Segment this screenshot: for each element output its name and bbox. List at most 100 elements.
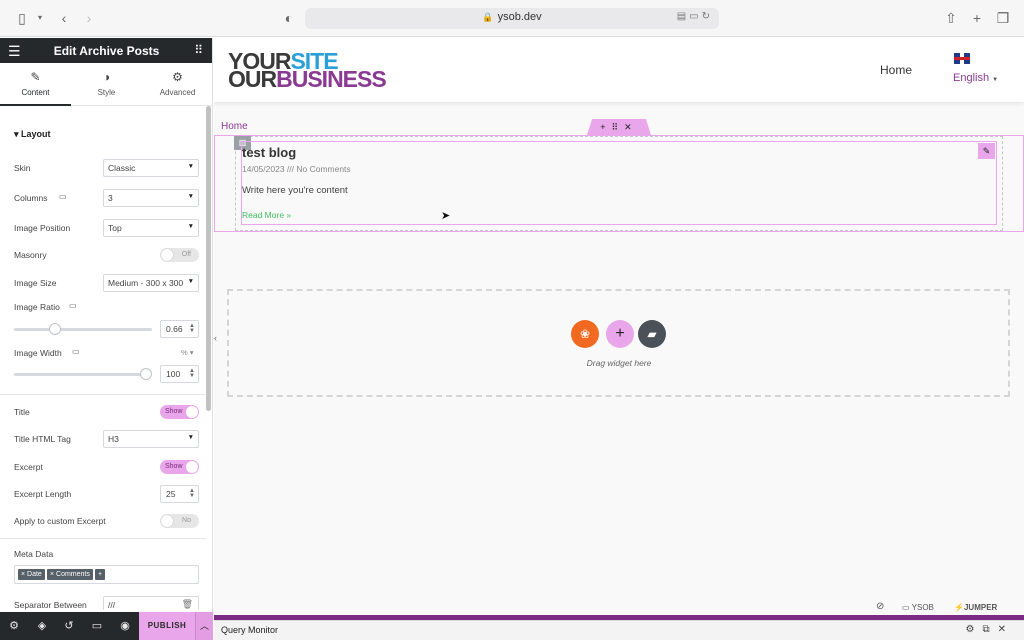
meta-data-select[interactable]: × Date × Comments + [14,565,199,584]
excerpt-length-input[interactable]: 25 ▲ ▼ [160,485,199,503]
tab-advanced[interactable]: ⚙ Advanced [142,63,213,106]
unit-select[interactable]: % ▾ [181,348,194,357]
template-library-icon[interactable]: ❀ [571,320,599,348]
image-width-label: Image Width [14,348,62,358]
widgets-grid-icon[interactable]: ⠿ [194,43,203,57]
image-size-select[interactable]: Medium - 300 x 300 [103,274,199,292]
panel-header: ☰ Edit Archive Posts ⠿ [0,38,212,63]
image-width-input[interactable]: 100 ▲ ▼ [160,365,199,383]
layout-section-toggle[interactable]: ▾ Layout [14,129,51,140]
editor-panel: ☰ Edit Archive Posts ⠿ ✎ Content ◑ Style… [0,38,213,640]
image-ratio-label: Image Ratio [14,302,60,312]
tab-label: Content [21,88,50,97]
title-toggle[interactable]: Show [160,405,199,419]
masonry-toggle[interactable]: Off [160,248,199,262]
meta-tag-comments[interactable]: × Comments [47,569,93,580]
collapse-panel-icon[interactable]: ‹ [214,333,217,343]
section-handle[interactable]: +⠿✕ [587,119,651,135]
folder-icon[interactable]: ▰ [638,320,666,348]
post-title[interactable]: test blog [242,145,296,160]
slider-handle[interactable] [140,368,152,380]
skin-select[interactable]: Classic [103,159,199,177]
columns-label: Columns [14,193,48,203]
logo-text: OUR [228,66,277,92]
custom-excerpt-label: Apply to custom Excerpt [14,516,106,526]
title-tag-label: Title HTML Tag [14,434,71,444]
badge-label: JUMPER [963,603,998,612]
language-switcher[interactable]: English ▼ [953,72,998,84]
custom-excerpt-toggle[interactable]: No [160,514,199,528]
lock-icon: 🔒 [482,12,494,22]
logo-text: BUSINESS [276,66,387,92]
add-section-icon[interactable]: + [606,320,634,348]
badge-ysob[interactable]: ▭ YSOB [902,603,934,612]
desktop-icon[interactable]: ▭ [59,192,67,201]
stepper-icon[interactable]: ▲ ▼ [189,488,195,499]
badge-jumper[interactable]: ⚡JUMPER [954,603,997,612]
sidebar-toggle-icon[interactable]: ▯ [13,9,31,27]
section-title: Layout [21,129,51,139]
desktop-icon[interactable]: ▭ [72,347,80,356]
publish-button[interactable]: PUBLISH [139,612,195,640]
tab-content[interactable]: ✎ Content [0,63,71,106]
layers-icon[interactable]: ◈ [34,619,50,632]
badge-label: YSOB [911,603,934,612]
query-monitor-label[interactable]: Query Monitor [221,625,278,635]
image-ratio-input[interactable]: 0.66 ▲ ▼ [160,320,199,338]
nav-home-link[interactable]: Home [880,63,912,77]
site-header: YOURSITE OURBUSINESS Home English ▼ [214,38,1024,102]
stepper-icon[interactable]: ▲ ▼ [189,368,195,379]
widget-outline[interactable] [241,141,997,225]
image-width-slider[interactable] [14,368,152,380]
divider [0,538,206,539]
new-tab-icon[interactable]: + [968,9,986,27]
tabs-overview-icon[interactable]: ❐ [994,9,1012,27]
separator-value: /// [108,600,116,610]
excerpt-toggle[interactable]: Show [160,460,199,474]
image-size-label: Image Size [14,278,57,288]
tab-style[interactable]: ◑ Style [71,63,142,106]
language-label: English [953,72,990,84]
trash-icon[interactable]: 🗑 [182,599,193,610]
share-icon[interactable]: ⇧ [942,9,960,27]
privacy-shield-icon[interactable]: ◐ [280,9,298,27]
forward-icon[interactable]: › [80,9,98,27]
stepper-icon[interactable]: ▲ ▼ [189,323,195,334]
query-monitor-controls[interactable]: ⚙⧉✕ [966,624,1014,635]
meta-tag-date[interactable]: × Date [18,569,45,580]
add-meta-button[interactable]: + [95,569,106,580]
separator-input[interactable]: /// 🗑 [103,596,199,610]
history-icon[interactable]: ↺ [61,619,77,632]
query-monitor-bar: Query Monitor ⚙⧉✕ [214,620,1024,640]
panel-footer: ⚙ ◈ ↺ ▭ ◉ PUBLISH ︿ [0,612,213,640]
settings-icon[interactable]: ⚙ [6,619,22,632]
edit-widget-icon[interactable]: ✎ [978,143,995,159]
slider-handle[interactable] [49,323,61,335]
title-tag-select[interactable]: H3 [103,430,199,448]
image-position-select[interactable]: Top [103,219,199,237]
image-position-label: Image Position [14,223,71,233]
panel-tabs: ✎ Content ◑ Style ⚙ Advanced [0,63,212,106]
publish-options-chevron-icon[interactable]: ︿ [195,612,213,640]
image-width-value: 100 [166,369,181,379]
tab-label: Advanced [159,88,196,97]
breadcrumb[interactable]: Home [221,121,248,132]
panel-scrollbar[interactable] [206,106,211,411]
desktop-icon[interactable]: ▭ [69,301,77,310]
reader-reload-icons[interactable]: ▤▭↻ [677,11,713,22]
back-icon[interactable]: ‹ [55,9,73,27]
columns-select[interactable]: 3 [103,189,199,207]
preview-eye-icon[interactable]: ◉ [117,619,133,632]
site-footer-badges: ⊘ ▭ YSOB ⚡JUMPER [868,598,1008,615]
caret-down-icon: ▼ [992,77,999,83]
site-logo-line2[interactable]: OURBUSINESS [228,66,387,92]
read-more-link[interactable]: Read More » [242,210,291,220]
responsive-icon[interactable]: ▭ [89,619,105,632]
address-bar[interactable]: 🔒 ysob.dev ▤▭↻ [305,8,719,29]
image-ratio-slider[interactable] [14,323,152,335]
gear-icon: ⚙ [172,70,183,84]
excerpt-label: Excerpt [14,462,43,472]
panel-controls: ▾ Layout Skin Classic Columns ▭ 3 Image … [0,106,206,610]
chevron-down-icon[interactable]: ▾ [31,9,49,27]
page-canvas: YOURSITE OURBUSINESS Home English ▼ Home … [214,38,1024,615]
